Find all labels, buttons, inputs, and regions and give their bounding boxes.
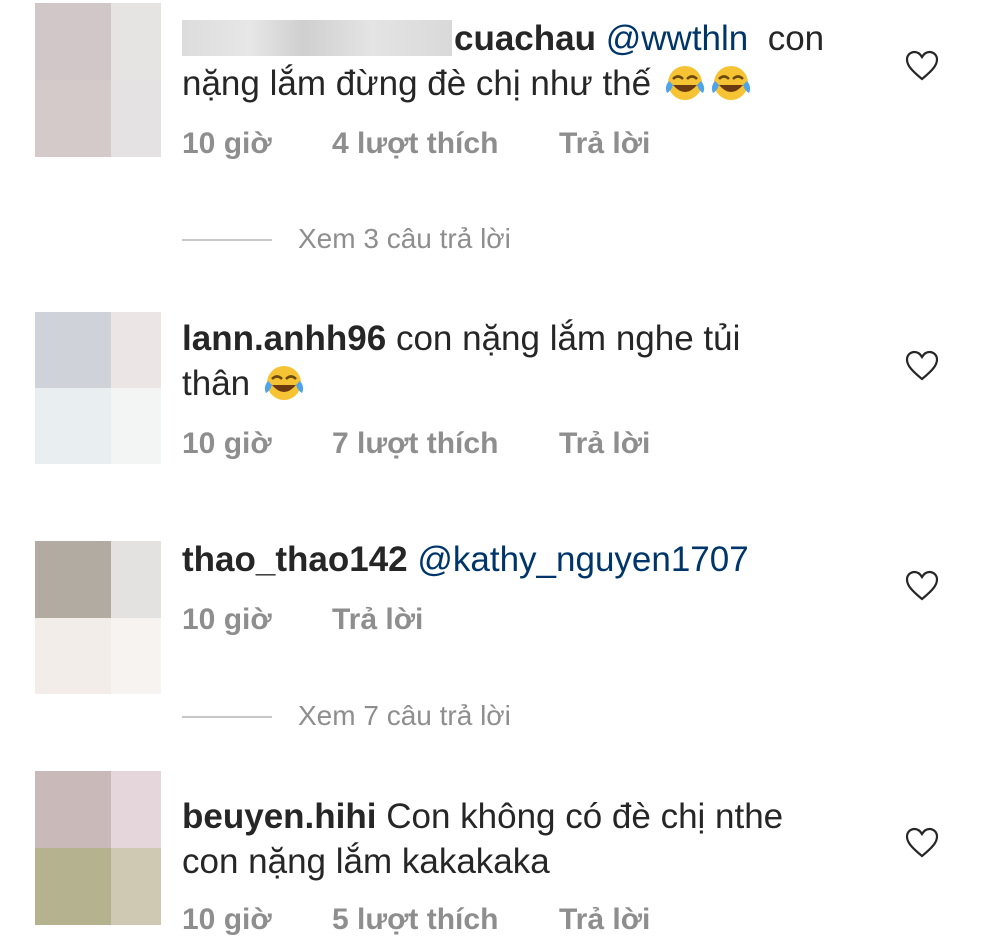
avatar[interactable] — [35, 771, 161, 925]
comment-text: beuyen.hihi Con không có đè chị nthe con… — [182, 794, 872, 884]
comment-body: con — [767, 19, 825, 58]
avatar-tile — [35, 3, 111, 80]
avatar-tile — [35, 618, 111, 694]
likes-count[interactable]: 7 lượt thích — [332, 424, 498, 464]
avatar-tile — [111, 80, 161, 157]
avatar-tile — [35, 848, 111, 925]
view-replies-label: Xem 7 câu trả lời — [298, 700, 511, 731]
avatar-tile — [111, 618, 161, 694]
comment-body-line2: nặng lắm đừng đè chị như thế — [182, 64, 652, 103]
avatar-tile — [111, 3, 161, 80]
comment-mention[interactable]: @kathy_nguyen1707 — [417, 540, 748, 579]
avatar-tile — [35, 541, 111, 618]
avatar-tile — [111, 848, 161, 925]
comment-time: 10 giờ — [182, 603, 272, 636]
avatar-tile — [35, 388, 111, 464]
comment-time: 10 giờ — [182, 127, 272, 160]
comment-body-line2: con nặng lắm kakakaka — [182, 842, 550, 881]
comment-username[interactable]: thao_thao142 — [182, 540, 408, 579]
avatar-tile — [35, 771, 111, 848]
face-with-tears-of-joy-icon — [711, 66, 750, 100]
avatar[interactable] — [35, 312, 161, 464]
comment-body-line2: thân — [182, 364, 251, 403]
heart-icon[interactable] — [905, 350, 939, 382]
heart-icon[interactable] — [905, 827, 939, 859]
comment-body: con nặng lắm nghe tủi — [395, 319, 741, 358]
comment-text: thao_thao142 @kathy_nguyen1707 — [182, 537, 872, 582]
likes-count[interactable]: 5 lượt thích — [332, 900, 498, 940]
avatar[interactable] — [35, 541, 161, 694]
heart-icon[interactable] — [905, 570, 939, 602]
reply-button[interactable]: Trả lời — [332, 600, 423, 640]
comment-mention[interactable]: @wwthln — [606, 19, 749, 58]
comment-username[interactable]: beuyen.hihi — [182, 797, 376, 836]
heart-icon[interactable] — [905, 50, 939, 82]
divider-line — [182, 716, 272, 718]
redacted-name — [182, 20, 452, 56]
view-replies-button[interactable]: Xem 3 câu trả lời — [182, 219, 582, 259]
reply-button[interactable]: Trả lời — [559, 424, 650, 464]
likes-count[interactable]: 4 lượt thích — [332, 124, 498, 164]
avatar-tile — [111, 771, 161, 848]
reply-button[interactable]: Trả lời — [559, 900, 650, 940]
view-replies-label: Xem 3 câu trả lời — [298, 223, 511, 254]
avatar-tile — [35, 80, 111, 157]
avatar[interactable] — [35, 3, 161, 157]
comment-username[interactable]: lann.anhh96 — [182, 319, 386, 358]
view-replies-button[interactable]: Xem 7 câu trả lời — [182, 696, 582, 736]
comment-text: cuachau @wwthln con nặng lắm đừng đè chị… — [182, 16, 872, 106]
comment-body: Con không có đè chị nthe — [386, 797, 784, 836]
comment-time: 10 giờ — [182, 427, 272, 460]
divider-line — [182, 239, 272, 241]
face-with-tears-of-joy-icon — [665, 66, 704, 100]
face-with-tears-of-joy-icon — [264, 366, 303, 400]
avatar-tile — [111, 312, 161, 388]
avatar-tile — [111, 541, 161, 618]
avatar-tile — [111, 388, 161, 464]
reply-button[interactable]: Trả lời — [559, 124, 650, 164]
comment-time: 10 giờ — [182, 903, 272, 936]
comment-username[interactable]: cuachau — [454, 19, 596, 58]
avatar-tile — [35, 312, 111, 388]
comment-text: lann.anhh96 con nặng lắm nghe tủi thân — [182, 316, 872, 406]
